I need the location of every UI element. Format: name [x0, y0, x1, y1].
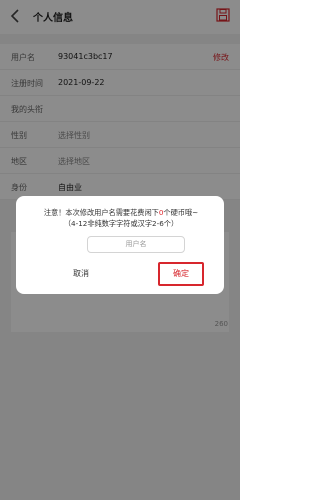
username-input[interactable]: 用户名	[87, 236, 185, 253]
confirm-button[interactable]: 确定	[158, 262, 204, 286]
notice-prefix: 注意！本次修改用户名需要花费闲下	[43, 208, 159, 217]
notice-rule: （4-12非纯数字字符或汉字2-6个）	[63, 219, 179, 228]
rename-dialog: 注意！本次修改用户名需要花费闲下0个硬币哦~ （4-12非纯数字字符或汉字2-6…	[16, 196, 224, 294]
dialog-notice: 注意！本次修改用户名需要花费闲下0个硬币哦~ （4-12非纯数字字符或汉字2-6…	[26, 207, 216, 229]
notice-suffix: 个硬币哦~	[163, 208, 199, 217]
cancel-button[interactable]: 取消	[73, 268, 89, 279]
